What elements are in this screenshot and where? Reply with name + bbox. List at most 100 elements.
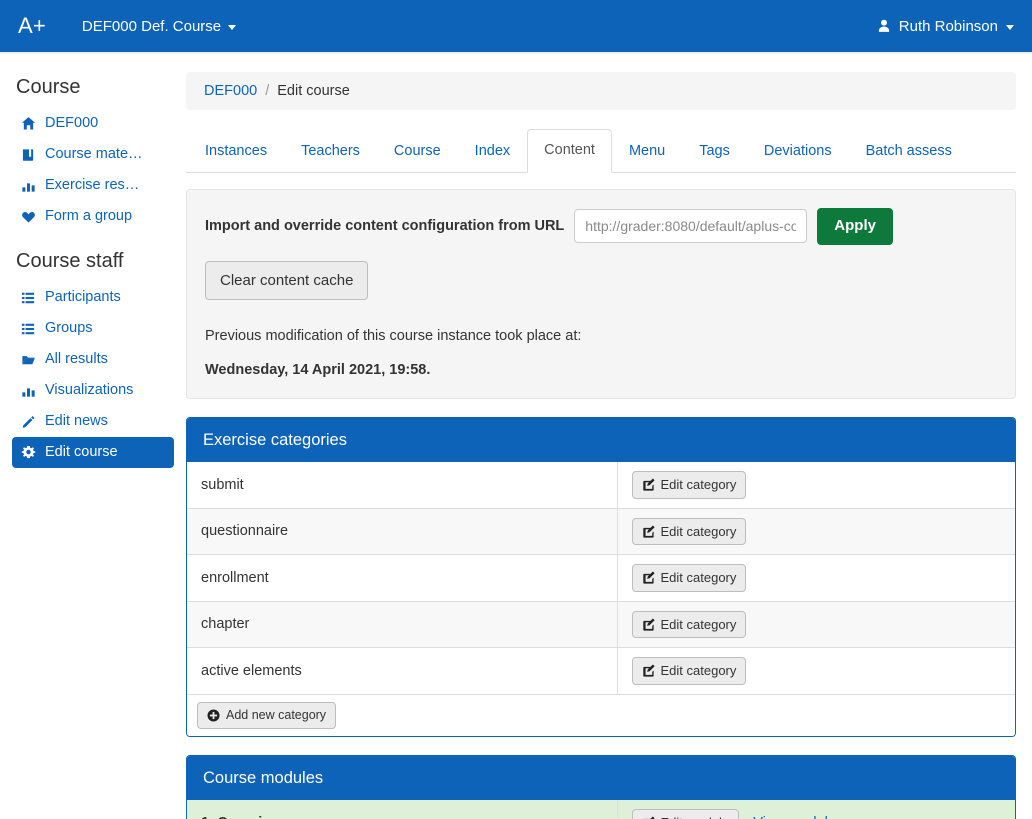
list-icon [20, 290, 36, 306]
tab-content[interactable]: Content [527, 129, 612, 174]
sidebar-item-groups[interactable]: Groups [12, 313, 174, 344]
user-name-label: Ruth Robinson [898, 17, 998, 35]
course-modules-panel: Course modules 1. Overview Edit module V… [186, 754, 1016, 819]
sidebar-item-form-a-group[interactable]: Form a group [12, 201, 174, 232]
breadcrumb-link-course[interactable]: DEF000 [204, 83, 257, 99]
course-modules-table: 1. Overview Edit module View module 1.1 … [187, 799, 1015, 819]
sidebar-item-label: Edit course [45, 444, 118, 461]
tab-teachers[interactable]: Teachers [284, 130, 377, 173]
home-icon [20, 116, 36, 132]
edit-square-icon [642, 478, 655, 491]
tab-batch-assess[interactable]: Batch assess [849, 130, 969, 173]
bar-chart-icon [20, 178, 36, 194]
exercise-categories-footer: Add new category [187, 693, 1015, 736]
sidebar-item-visualizations[interactable]: Visualizations [12, 375, 174, 406]
import-url-input[interactable] [574, 209, 808, 244]
sidebar-item-label: Groups [45, 320, 93, 337]
main-content: DEF000 / Edit course Instances Teachers … [186, 52, 1032, 819]
category-actions: Edit category [616, 600, 1015, 648]
edit-square-icon [642, 525, 655, 538]
exercise-categories-title: Exercise categories [187, 417, 1015, 463]
category-actions: Edit category [616, 647, 1015, 694]
table-row: questionnaire Edit category [187, 507, 1015, 555]
app-brand-logo[interactable]: A+ [18, 15, 46, 37]
exercise-categories-table: submit Edit category questionnaire Edit … [187, 462, 1015, 694]
tab-index[interactable]: Index [458, 130, 527, 173]
tab-instances[interactable]: Instances [188, 130, 284, 173]
book-icon [20, 147, 36, 163]
module-actions: Edit module View module [616, 799, 1015, 819]
breadcrumb-separator: / [265, 83, 270, 99]
sidebar-item-label: DEF000 [45, 115, 99, 131]
sidebar-heading-course: Course [16, 76, 81, 98]
category-name: questionnaire [187, 507, 617, 555]
edit-category-button[interactable]: Edit category [631, 657, 747, 685]
heart-icon [20, 209, 36, 225]
sidebar-item-label: Participants [45, 289, 121, 306]
sidebar-item-def000[interactable]: DEF000 [12, 108, 174, 139]
caret-down-icon [228, 24, 237, 30]
caret-down-icon [1006, 24, 1014, 30]
exercise-categories-panel: Exercise categories submit Edit category… [186, 416, 1016, 737]
edit-category-label: Edit category [660, 663, 737, 679]
table-row: submit Edit category [187, 462, 1015, 509]
import-row: Import and override content configuratio… [205, 208, 997, 245]
pencil-icon [20, 414, 36, 430]
add-new-category-button[interactable]: Add new category [197, 701, 337, 729]
edit-category-button[interactable]: Edit category [631, 564, 747, 592]
user-icon [877, 19, 891, 33]
edit-square-icon [642, 571, 655, 585]
category-actions: Edit category [616, 554, 1015, 602]
apply-button[interactable]: Apply [817, 208, 893, 245]
clear-content-cache-button[interactable]: Clear content cache [205, 260, 369, 300]
table-row: active elements Edit category [187, 647, 1015, 694]
navbar-shadow [0, 52, 1032, 55]
top-navbar: A+ DEF000 Def. Course Ruth Robinson [0, 0, 1032, 55]
breadcrumb: DEF000 / Edit course [186, 72, 1016, 110]
sidebar-item-label: All results [45, 351, 108, 368]
sidebar-heading-course-staff: Course staff [16, 250, 124, 273]
sidebar-item-label: Exercise res… [45, 177, 140, 194]
modification-timestamp: Wednesday, 14 April 2021, 19:58. [205, 361, 431, 378]
folder-icon [20, 352, 36, 368]
breadcrumb-current: Edit course [277, 83, 350, 99]
list-icon [20, 321, 36, 337]
edit-category-button[interactable]: Edit category [631, 517, 747, 546]
add-new-category-label: Add new category [226, 707, 327, 722]
view-module-link[interactable]: View module [753, 815, 836, 819]
sidebar-item-edit-news[interactable]: Edit news [12, 406, 174, 437]
edit-category-label: Edit category [660, 477, 737, 493]
edit-module-button[interactable]: Edit module [631, 808, 740, 819]
sidebar: Course DEF000 Course mate… Exercise res…… [0, 52, 186, 819]
sidebar-item-label: Form a group [45, 208, 133, 225]
course-menu-label: DEF000 Def. Course [81, 17, 222, 35]
sidebar-item-course-material[interactable]: Course mate… [12, 139, 174, 170]
tab-menu[interactable]: Menu [612, 130, 682, 173]
user-menu-dropdown[interactable]: Ruth Robinson [877, 18, 1014, 35]
table-row: enrollment Edit category [187, 554, 1015, 602]
table-row: chapter Edit category [187, 600, 1015, 648]
module-name: 1. Overview [187, 799, 617, 819]
import-panel: Import and override content configuratio… [186, 189, 1016, 399]
category-name: submit [201, 476, 244, 493]
tab-deviations[interactable]: Deviations [747, 130, 849, 173]
gear-icon [20, 445, 36, 461]
course-menu-dropdown[interactable]: DEF000 Def. Course [81, 17, 237, 35]
sidebar-item-edit-course[interactable]: Edit course [12, 437, 174, 469]
edit-category-label: Edit category [660, 523, 737, 539]
edit-category-label: Edit category [660, 570, 737, 586]
sidebar-item-all-results[interactable]: All results [12, 344, 174, 375]
sidebar-item-participants[interactable]: Participants [12, 282, 174, 313]
edit-category-button[interactable]: Edit category [631, 610, 747, 639]
category-actions: Edit category [616, 462, 1015, 509]
sidebar-item-exercise-results[interactable]: Exercise res… [12, 170, 174, 201]
tab-bar: Instances Teachers Course Index Content … [186, 129, 1016, 174]
edit-category-button[interactable]: Edit category [631, 471, 747, 499]
tab-tags[interactable]: Tags [682, 130, 747, 173]
tab-course[interactable]: Course [377, 130, 458, 173]
edit-category-label: Edit category [660, 616, 737, 632]
import-label: Import and override content configuratio… [205, 218, 565, 235]
sidebar-item-label: Visualizations [45, 382, 134, 399]
category-actions: Edit category [616, 507, 1015, 555]
modification-info: Previous modification of this course ins… [205, 328, 997, 378]
